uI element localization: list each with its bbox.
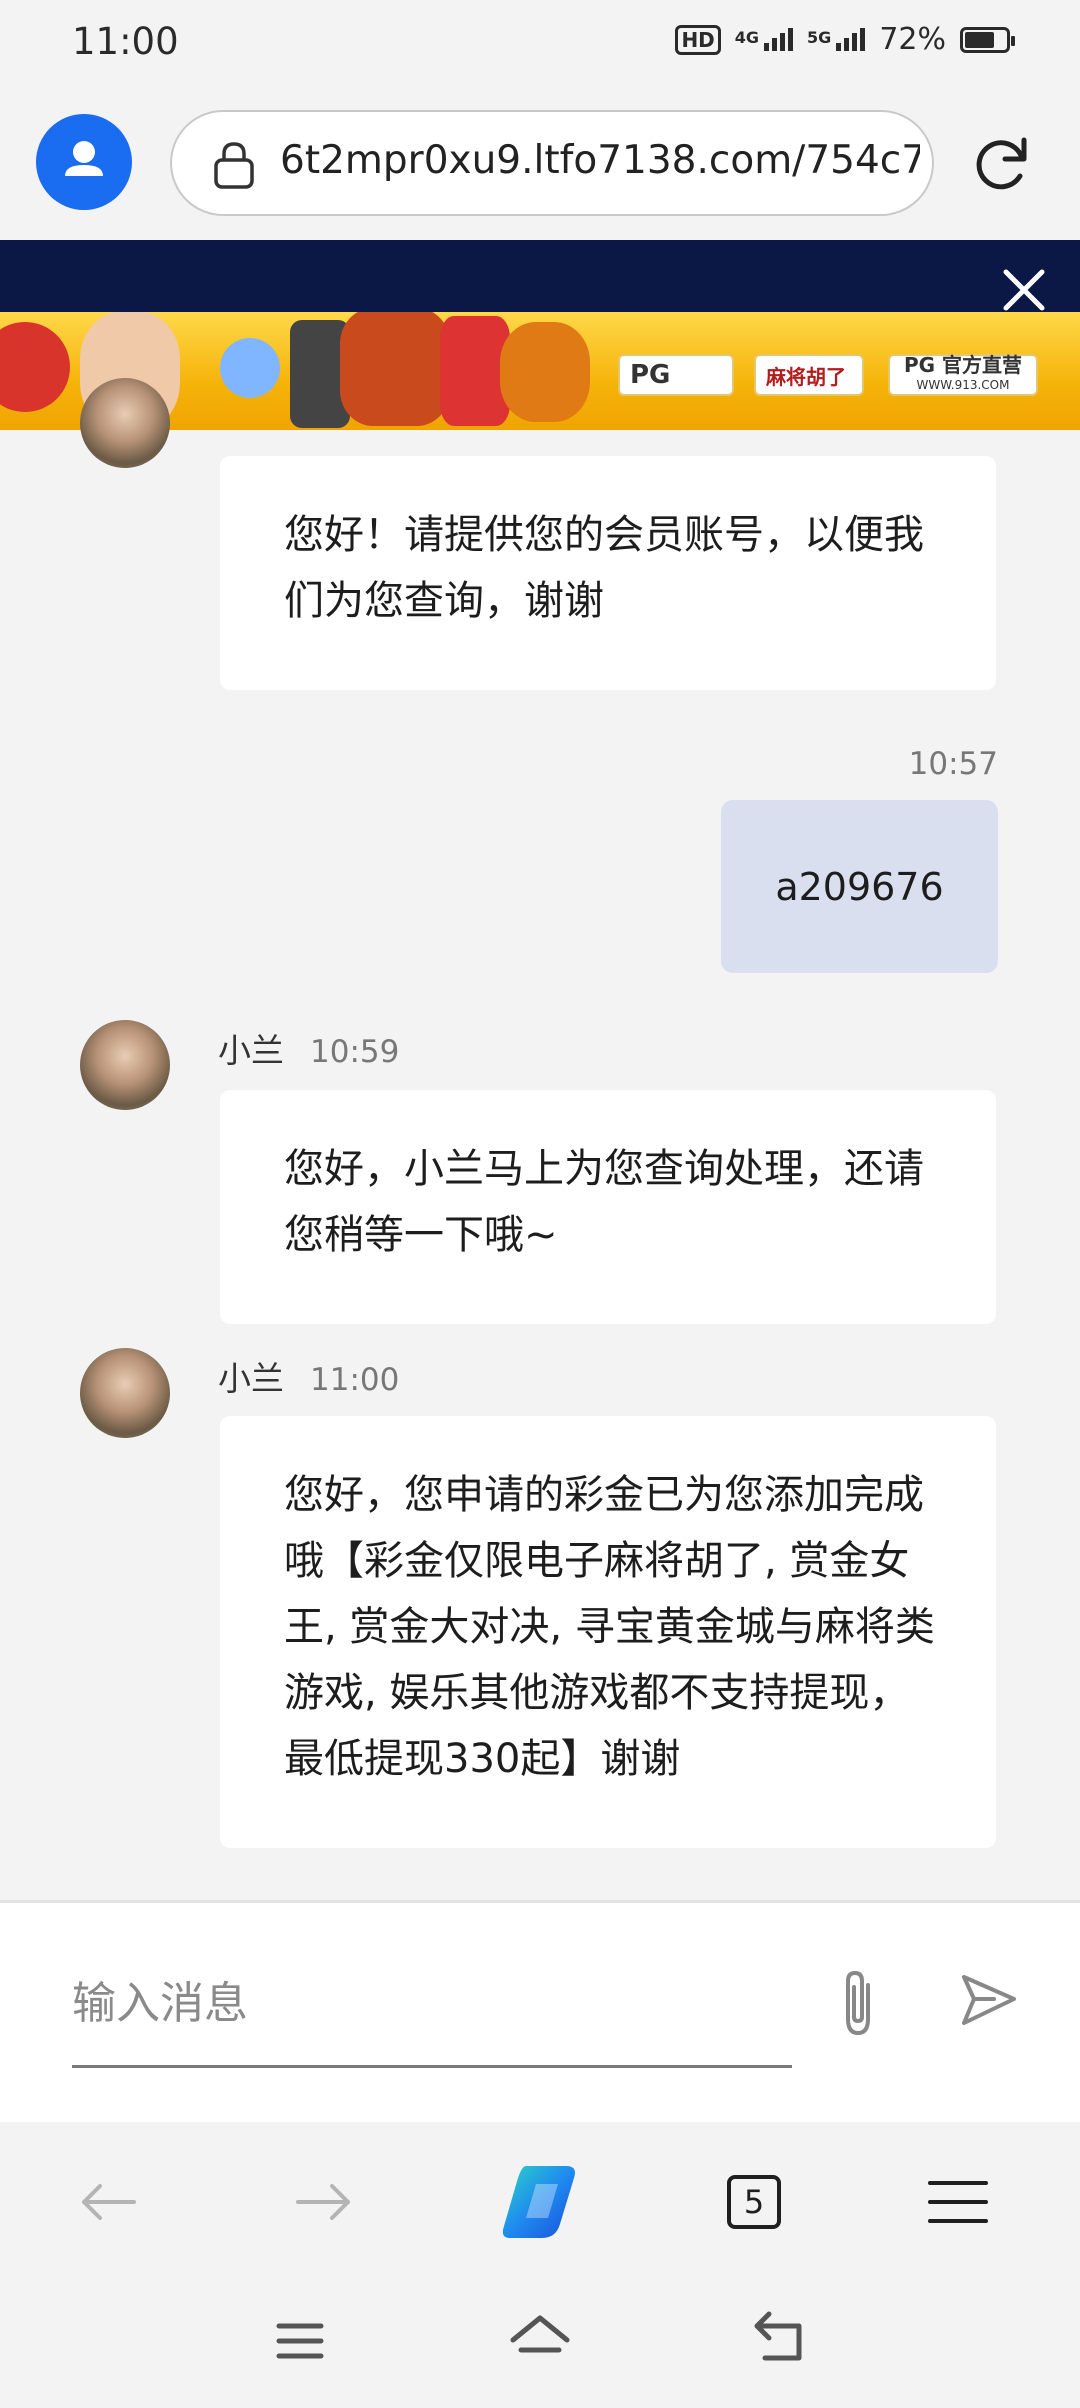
avatar xyxy=(80,1348,170,1438)
profile-button[interactable] xyxy=(36,114,132,210)
sender-name: 小兰 xyxy=(218,1031,284,1070)
send-icon[interactable] xyxy=(958,1969,1020,2031)
ad-banner-header xyxy=(0,240,1080,312)
message-bubble-outgoing: a209676 xyxy=(721,800,998,973)
avatar xyxy=(80,378,170,468)
back-button[interactable] xyxy=(68,2162,148,2242)
browser-toolbar: 6t2mpr0xu9.ltfo7138.com/754c79 xyxy=(0,88,1080,240)
tabs-count: 5 xyxy=(727,2175,781,2229)
copilot-button[interactable] xyxy=(496,2162,586,2242)
message-input[interactable]: 输入消息 xyxy=(72,1967,792,2037)
hd-icon: HD xyxy=(675,24,721,55)
signal-5g-icon: 5G xyxy=(807,28,866,51)
lock-icon[interactable] xyxy=(212,140,256,190)
message-time: 11:00 xyxy=(310,1362,400,1398)
url-text[interactable]: 6t2mpr0xu9.ltfo7138.com/754c79 xyxy=(280,138,920,183)
message-meta: 小兰 10:59 xyxy=(218,1024,399,1072)
message-meta: 小兰 11:00 xyxy=(218,1352,399,1400)
avatar xyxy=(80,1020,170,1110)
status-time: 11:00 xyxy=(72,20,179,63)
chat-conversation[interactable]: 您好！请提供您的会员账号，以便我们为您查询，谢谢 10:57 a209676 小… xyxy=(0,378,1080,1900)
sender-name: 小兰 xyxy=(218,1359,284,1398)
tabs-button[interactable]: 5 xyxy=(714,2162,794,2242)
message-bubble-incoming: 您好，您申请的彩金已为您添加完成哦【彩金仅限电子麻将胡了, 赏金女王, 赏金大对… xyxy=(220,1416,996,1848)
message-time: 10:57 xyxy=(908,746,998,782)
reload-icon[interactable] xyxy=(966,128,1036,198)
ad-chip-pg: PG xyxy=(618,354,734,396)
forward-arrow-icon xyxy=(296,2184,350,2220)
status-icons: HD 4G 5G 72% xyxy=(675,22,1015,57)
message-bubble-incoming: 您好！请提供您的会员账号，以便我们为您查询，谢谢 xyxy=(220,456,996,690)
input-underline xyxy=(72,2065,792,2068)
back-arrow-icon xyxy=(82,2184,136,2220)
address-bar[interactable]: 6t2mpr0xu9.ltfo7138.com/754c79 xyxy=(170,110,934,216)
home-icon[interactable] xyxy=(505,2306,575,2376)
browser-navigation: 5 xyxy=(0,2122,1080,2282)
forward-button[interactable] xyxy=(284,2162,364,2242)
system-navigation-bar xyxy=(0,2282,1080,2408)
recent-apps-icon[interactable] xyxy=(265,2306,335,2376)
ad-chip-game: 麻将胡了 xyxy=(754,354,864,396)
message-bubble-incoming: 您好，小兰马上为您查询处理，还请您稍等一下哦~ xyxy=(220,1090,996,1324)
menu-button[interactable] xyxy=(918,2162,998,2242)
menu-icon xyxy=(928,2181,988,2223)
paperclip-icon[interactable] xyxy=(830,1965,886,2041)
signal-4g-icon: 4G xyxy=(735,28,794,51)
message-time: 10:59 xyxy=(310,1034,400,1070)
close-icon[interactable] xyxy=(1000,266,1048,314)
copilot-icon xyxy=(502,2166,575,2238)
profile-icon xyxy=(65,141,103,176)
system-back-icon[interactable] xyxy=(745,2306,815,2376)
battery-percent: 72% xyxy=(879,22,946,57)
battery-icon xyxy=(960,26,1015,53)
ad-chip-official: PG 官方直营 WWW.913.COM xyxy=(888,354,1038,396)
message-composer: 输入消息 xyxy=(0,1900,1080,2122)
status-bar: 11:00 HD 4G 5G 72% xyxy=(0,0,1080,88)
